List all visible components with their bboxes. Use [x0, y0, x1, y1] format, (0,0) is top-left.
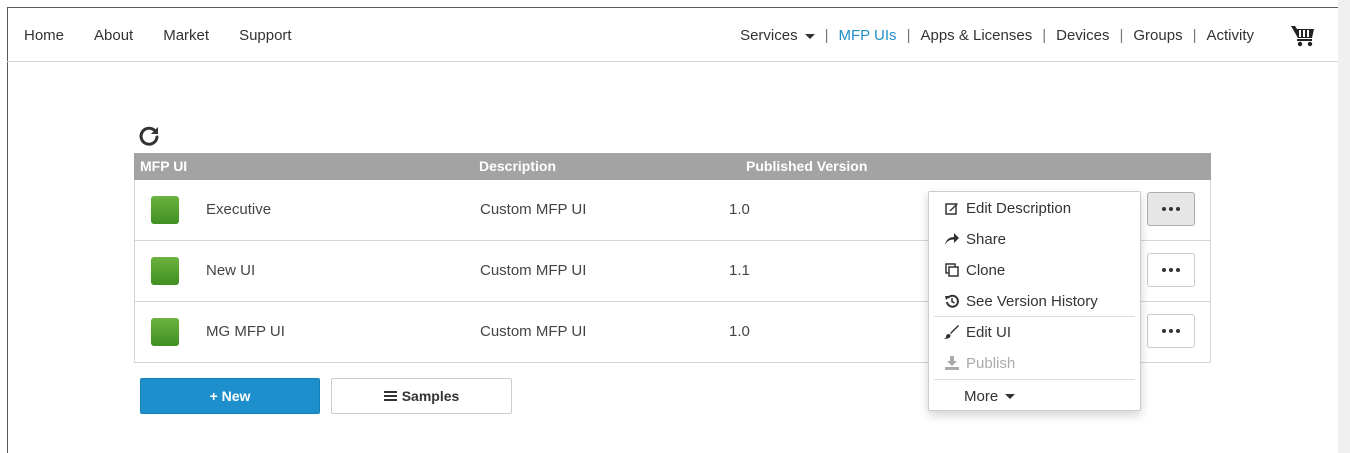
refresh-icon[interactable] — [138, 125, 160, 147]
ellipsis-icon — [1169, 268, 1173, 272]
ellipsis-icon — [1169, 207, 1173, 211]
nav-services-label: Services — [740, 27, 798, 44]
menu-item-edit-description[interactable]: Edit Description — [943, 196, 1071, 220]
menu-item-label: Publish — [966, 354, 1016, 372]
ellipsis-icon — [1176, 329, 1180, 333]
list-icon — [383, 390, 397, 402]
nav-support[interactable]: Support — [239, 27, 292, 44]
row-name: MG MFP UI — [206, 323, 285, 340]
caret-down-icon — [1005, 393, 1016, 399]
ellipsis-icon — [1162, 207, 1166, 211]
new-button[interactable]: + New — [140, 378, 320, 414]
clone-icon — [943, 262, 961, 278]
samples-label: Samples — [401, 388, 460, 404]
table-header: MFP UI Description Published Version — [134, 153, 1211, 180]
menu-item-clone[interactable]: Clone — [943, 258, 1005, 282]
app-icon — [151, 257, 179, 285]
share-icon — [943, 231, 961, 247]
menu-item-label: See Version History — [966, 292, 1098, 310]
menu-item-label: Share — [966, 230, 1007, 248]
ellipsis-icon — [1176, 268, 1180, 272]
row-version: 1.0 — [729, 201, 750, 218]
nav-about[interactable]: About — [94, 27, 133, 44]
row-version: 1.1 — [729, 262, 750, 279]
ellipsis-icon — [1176, 207, 1180, 211]
cart-icon[interactable] — [1290, 24, 1316, 48]
nav-apps-licenses[interactable]: Apps & Licenses — [920, 27, 1032, 44]
caret-down-icon — [804, 33, 815, 39]
edit-icon — [943, 200, 961, 216]
ellipsis-icon — [1162, 329, 1166, 333]
menu-divider — [934, 316, 1135, 317]
nav-right: Services | MFP UIs | Apps & Licenses | D… — [740, 27, 1254, 44]
row-name: New UI — [206, 262, 256, 279]
app-icon — [151, 318, 179, 346]
history-icon — [943, 293, 961, 309]
nav-separator: | — [906, 27, 911, 44]
header-published-version: Published Version — [746, 158, 868, 174]
row-actions-button[interactable] — [1147, 314, 1195, 348]
nav-separator: | — [1192, 27, 1197, 44]
menu-item-label: More — [964, 387, 999, 405]
row-name: Executive — [206, 201, 272, 218]
brush-icon — [943, 324, 961, 340]
menu-item-edit-ui[interactable]: Edit UI — [943, 320, 1011, 344]
header-description: Description — [479, 158, 557, 174]
nav-separator: | — [1119, 27, 1124, 44]
menu-item-label: Clone — [966, 261, 1006, 279]
nav-services[interactable]: Services — [740, 27, 815, 44]
menu-item-more[interactable]: More — [964, 384, 1016, 408]
row-description: Custom MFP UI — [480, 262, 587, 279]
nav-mfp-uis[interactable]: MFP UIs — [839, 27, 897, 44]
nav-devices[interactable]: Devices — [1056, 27, 1109, 44]
menu-item-label: Edit UI — [966, 323, 1012, 341]
row-actions-button[interactable] — [1147, 192, 1195, 226]
menu-item-version-history[interactable]: See Version History — [943, 289, 1098, 313]
ellipsis-icon — [1162, 268, 1166, 272]
menu-divider — [934, 379, 1135, 380]
scrollbar-track[interactable] — [1338, 0, 1350, 453]
nav-home[interactable]: Home — [24, 27, 64, 44]
header-mfp-ui: MFP UI — [140, 158, 188, 174]
nav-separator: | — [1042, 27, 1047, 44]
nav-separator: | — [824, 27, 829, 44]
ellipsis-icon — [1169, 329, 1173, 333]
nav-left: Home About Market Support — [24, 27, 322, 44]
menu-item-share[interactable]: Share — [943, 227, 1006, 251]
row-actions-button[interactable] — [1147, 253, 1195, 287]
nav-groups[interactable]: Groups — [1133, 27, 1182, 44]
menu-item-label: Edit Description — [966, 199, 1072, 217]
samples-button[interactable]: Samples — [331, 378, 512, 414]
nav-market[interactable]: Market — [163, 27, 209, 44]
publish-icon — [943, 355, 961, 371]
row-description: Custom MFP UI — [480, 323, 587, 340]
row-actions-menu: Edit Description Share Clone See Version… — [928, 191, 1141, 411]
menu-item-publish[interactable]: Publish — [943, 351, 1015, 375]
app-icon — [151, 196, 179, 224]
top-nav: Home About Market Support Services | MFP… — [7, 8, 1338, 62]
row-version: 1.0 — [729, 323, 750, 340]
row-description: Custom MFP UI — [480, 201, 587, 218]
nav-activity[interactable]: Activity — [1206, 27, 1254, 44]
